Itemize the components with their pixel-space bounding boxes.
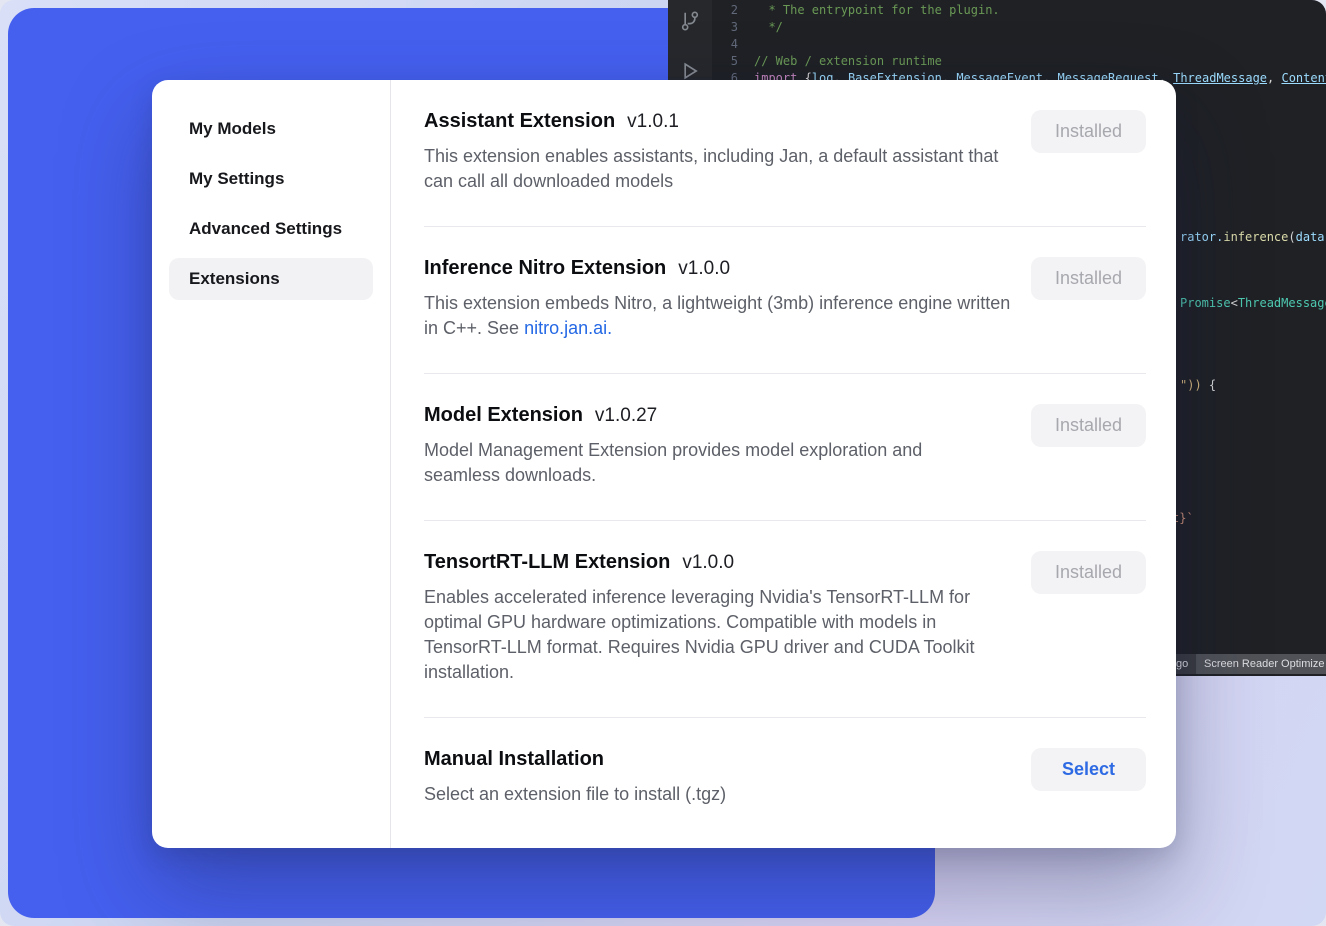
sidebar-item-advanced-settings[interactable]: Advanced Settings [169,208,373,250]
sidebar-item-my-models[interactable]: My Models [169,108,373,150]
code-fragment: Promise<ThreadMessage> [1180,296,1326,310]
code-token: * The entrypoint for the plugin. [754,3,1000,17]
extension-title-row: Assistant Extension v1.0.1 [424,110,1014,133]
extension-title: Inference Nitro Extension [424,257,666,279]
extension-title-row: Manual Installation [424,748,726,771]
sidebar-item-my-settings[interactable]: My Settings [169,158,373,200]
code-token: Promise [1180,296,1231,310]
extension-text: Assistant Extension v1.0.1 This extension … [424,110,1014,194]
description-text: Enables accelerated inference leveraging… [424,587,975,682]
extension-description: Model Management Extension provides mode… [424,438,969,488]
code-token: inference [1223,230,1288,244]
screenshot-root: 2 * The entrypoint for the plugin.3 */45… [0,0,1326,926]
extension-description: Enables accelerated inference leveraging… [424,585,1014,685]
extension-title: Assistant Extension [424,110,615,132]
sidebar-item-extensions[interactable]: Extensions [169,258,373,300]
line-number: 3 [712,19,754,36]
extension-section-model-extension: Model Extension v1.0.27 Model Management E… [424,374,1146,521]
line-number: 4 [712,36,754,53]
installed-button-inference-nitro-extension[interactable]: Installed [1031,257,1146,300]
code-token: , [1267,71,1281,85]
code-token: */ [754,20,783,34]
extension-title-row: Inference Nitro Extension v1.0.0 [424,257,1014,280]
description-text: Select an extension file to install (.tg… [424,784,726,804]
extension-title-row: TensortRT-LLM Extension v1.0.0 [424,551,1014,574]
code-line: 3 */ [712,19,1326,36]
extension-title: Model Extension [424,404,583,426]
extension-text: Manual Installation Select an extension f… [424,748,726,807]
nitro-jan-ai-link[interactable]: nitro.jan.ai. [524,318,612,338]
code-text: // Web / extension runtime [754,53,942,70]
code-token: < [1231,296,1238,310]
extension-version: v1.0.0 [682,552,734,573]
code-line: 5// Web / extension runtime [712,53,1326,70]
code-token: data [1296,230,1325,244]
extension-title: TensortRT-LLM Extension [424,551,670,573]
extension-version: v1.0.1 [627,111,679,132]
extension-version: v1.0.0 [678,258,730,279]
code-token: { [1202,378,1216,392]
code-fragment: ")) { [1180,378,1216,392]
description-text: This extension embeds Nitro, a lightweig… [424,293,1010,338]
extension-title: Manual Installation [424,748,604,770]
run-debug-icon[interactable] [679,60,701,82]
code-line: 2 * The entrypoint for the plugin. [712,2,1326,19]
code-lines: 2 * The entrypoint for the plugin.3 */45… [712,2,1326,87]
extension-text: Model Extension v1.0.27 Model Management E… [424,404,969,488]
extension-text: TensortRT-LLM Extension v1.0.0 Enables acc… [424,551,1014,685]
status-bar-item-screen-reader[interactable]: Screen Reader Optimize [1196,654,1326,674]
extension-title-row: Model Extension v1.0.27 [424,404,969,427]
extension-section-manual-installation: Manual Installation Select an extension f… [424,718,1146,839]
source-control-icon[interactable] [679,10,701,32]
settings-modal: My Models My Settings Advanced Settings Ext… [152,80,1176,848]
code-token: ContentType [1281,71,1326,85]
extension-section-tensorrt-llm-extension: TensortRT-LLM Extension v1.0.0 Enables acc… [424,521,1146,718]
code-fragment: rator.inference(data)); [1180,230,1326,244]
line-number: 2 [712,2,754,19]
extension-version: v1.0.27 [595,405,657,426]
extension-list: Assistant Extension v1.0.1 This extension … [391,80,1176,848]
code-token: ( [1288,230,1295,244]
code-token: rator. [1180,230,1223,244]
extension-text: Inference Nitro Extension v1.0.0 This exte… [424,257,1014,341]
extension-description: Select an extension file to install (.tg… [424,782,726,807]
code-token: // Web / extension runtime [754,54,942,68]
description-text: This extension enables assistants, inclu… [424,146,998,191]
extension-description: This extension embeds Nitro, a lightweig… [424,291,1014,341]
code-token: ThreadMessage [1173,71,1267,85]
code-text: */ [754,19,783,36]
extension-section-assistant-extension: Assistant Extension v1.0.1 This extension … [424,80,1146,227]
installed-button-assistant-extension[interactable]: Installed [1031,110,1146,153]
extension-description: This extension enables assistants, inclu… [424,144,1014,194]
installed-button-model-extension[interactable]: Installed [1031,404,1146,447]
sidebar-nav: My Models My Settings Advanced Settings Ext… [152,80,391,848]
description-text: Model Management Extension provides mode… [424,440,922,485]
line-number: 5 [712,53,754,70]
code-line: 4 [712,36,1326,53]
installed-button-tensorrt-llm-extension[interactable]: Installed [1031,551,1146,594]
extension-section-inference-nitro-extension: Inference Nitro Extension v1.0.0 This exte… [424,227,1146,374]
code-text: * The entrypoint for the plugin. [754,2,1000,19]
select-button-manual-installation[interactable]: Select [1031,748,1146,791]
code-token: ")) [1180,378,1202,392]
code-token: ThreadMessage [1238,296,1326,310]
